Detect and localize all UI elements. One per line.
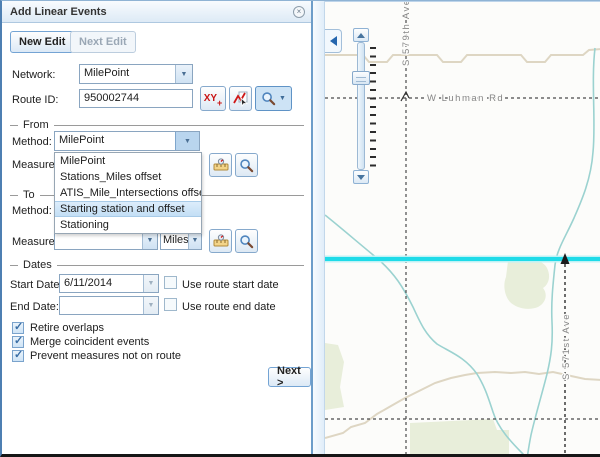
road-intersection-mark [401, 92, 409, 101]
road-label-vertical: S 571st Ave [561, 313, 572, 380]
from-measure-label: Measure: [12, 159, 58, 171]
select-route-on-map-button[interactable] [229, 86, 252, 111]
method-option[interactable]: ATIS_Mile_Intersections offset [55, 185, 201, 201]
xy-plus-glyph: + [217, 98, 222, 108]
merge-coincident-events-checkbox[interactable]: ✓ [12, 336, 24, 348]
select-route-icon [233, 91, 249, 107]
vegetation-area [325, 343, 344, 410]
from-legend-text: From [18, 119, 54, 131]
use-route-start-date-checkbox[interactable] [164, 276, 177, 289]
prevent-measures-checkbox[interactable]: ✓ [12, 350, 24, 362]
from-method-value: MilePoint [55, 132, 175, 150]
chevron-down-icon[interactable]: ▼ [175, 65, 192, 83]
network-value: MilePoint [80, 65, 175, 83]
retire-overlaps-label: Retire overlaps [30, 322, 104, 334]
add-linear-events-panel: Add Linear Events × New Edit Next Edit N… [2, 1, 313, 454]
from-measure-search-button[interactable] [235, 153, 258, 177]
zoom-in-icon [357, 33, 365, 38]
search-icon [239, 158, 254, 173]
panel-title: Add Linear Events [10, 6, 293, 18]
road-label-horizontal: W Luhman Rd [427, 93, 504, 104]
zoom-slider-ticks [370, 47, 376, 169]
map-viewport[interactable]: S 579th Ave W Luhman Rd S 571st Ave [325, 1, 600, 454]
units-value: Miles [161, 232, 188, 249]
from-method-label: Method: [12, 136, 52, 148]
to-measure-label: Measure: [12, 236, 58, 248]
panel-header: Add Linear Events × [2, 1, 311, 23]
zoom-out-button[interactable] [353, 170, 369, 184]
chevron-down-icon[interactable]: ▼ [175, 132, 199, 150]
zoom-slider-handle[interactable] [352, 71, 370, 85]
vegetation-area [504, 259, 549, 309]
end-date-label: End Date: [10, 301, 59, 313]
from-group-legend: From [10, 119, 304, 131]
close-icon[interactable]: × [293, 6, 305, 18]
search-icon [239, 234, 254, 249]
network-label: Network: [12, 69, 55, 81]
check-icon: ✓ [14, 348, 23, 361]
method-dropdown-list: MilePoint Stations_Miles offset ATIS_Mil… [54, 152, 202, 234]
method-option[interactable]: Stations_Miles offset [55, 169, 201, 185]
measure-icon [213, 157, 229, 173]
prevent-measures-label: Prevent measures not on route [30, 350, 181, 362]
end-date-value [60, 297, 143, 314]
zoom-out-icon [357, 175, 365, 180]
vegetation-area [410, 419, 509, 457]
check-icon: ✓ [14, 334, 23, 347]
collapse-panel-button[interactable] [325, 29, 342, 53]
to-measure-search-button[interactable] [235, 229, 258, 253]
check-icon: ✓ [14, 320, 23, 333]
chevron-down-icon[interactable]: ▼ [143, 297, 158, 314]
panel-splitter[interactable] [313, 1, 325, 454]
route-id-label: Route ID: [12, 94, 58, 106]
route-id-input[interactable]: 950002744 [79, 89, 193, 108]
to-method-label: Method: [12, 205, 52, 217]
stream [325, 215, 527, 457]
start-date-value: 6/11/2014 [60, 275, 143, 292]
method-option[interactable]: Stationing [55, 217, 201, 233]
road-label-vertical: S 579th Ave [401, 2, 412, 66]
route-search-splitbutton[interactable]: ▼ [255, 86, 292, 111]
network-combobox[interactable]: MilePoint ▼ [79, 64, 193, 84]
collapse-arrow-icon [330, 36, 337, 46]
use-route-end-date-checkbox[interactable] [164, 298, 177, 311]
stream [527, 48, 595, 457]
chevron-down-icon[interactable]: ▼ [188, 232, 201, 249]
app-window: Add Linear Events × New Edit Next Edit N… [0, 0, 600, 457]
start-date-label: Start Date: [10, 279, 63, 291]
chevron-down-icon: ▼ [279, 95, 286, 102]
xy-icon: XY [204, 93, 217, 104]
use-route-end-date-label: Use route end date [182, 301, 276, 313]
measure-icon [213, 233, 229, 249]
to-legend-text: To [18, 189, 40, 201]
zoom-slider-track[interactable] [357, 42, 365, 170]
merge-coincident-events-label: Merge coincident events [30, 336, 149, 348]
from-measure-tool-button[interactable] [209, 153, 232, 177]
zoom-in-button[interactable] [353, 28, 369, 42]
method-option[interactable]: MilePoint [55, 153, 201, 169]
contour-line [325, 49, 600, 62]
dates-legend-text: Dates [18, 259, 57, 271]
retire-overlaps-checkbox[interactable]: ✓ [12, 322, 24, 334]
start-date-combobox[interactable]: 6/11/2014 ▼ [59, 274, 159, 293]
dates-group-legend: Dates [10, 259, 304, 271]
to-measure-tool-button[interactable] [209, 229, 232, 253]
new-edit-button[interactable]: New Edit [10, 31, 74, 53]
search-icon [261, 91, 276, 106]
next-button[interactable]: Next > [268, 367, 311, 387]
to-measure-value [55, 232, 142, 249]
xy-point-button[interactable]: XY+ [200, 86, 226, 111]
next-edit-button: Next Edit [70, 31, 136, 53]
chevron-down-icon[interactable]: ▼ [142, 232, 157, 249]
chevron-down-icon[interactable]: ▼ [143, 275, 158, 292]
use-route-start-date-label: Use route start date [182, 279, 279, 291]
from-method-combobox[interactable]: MilePoint ▼ [54, 131, 200, 151]
method-option-selected[interactable]: Starting station and offset [55, 201, 201, 217]
end-date-combobox[interactable]: ▼ [59, 296, 159, 315]
